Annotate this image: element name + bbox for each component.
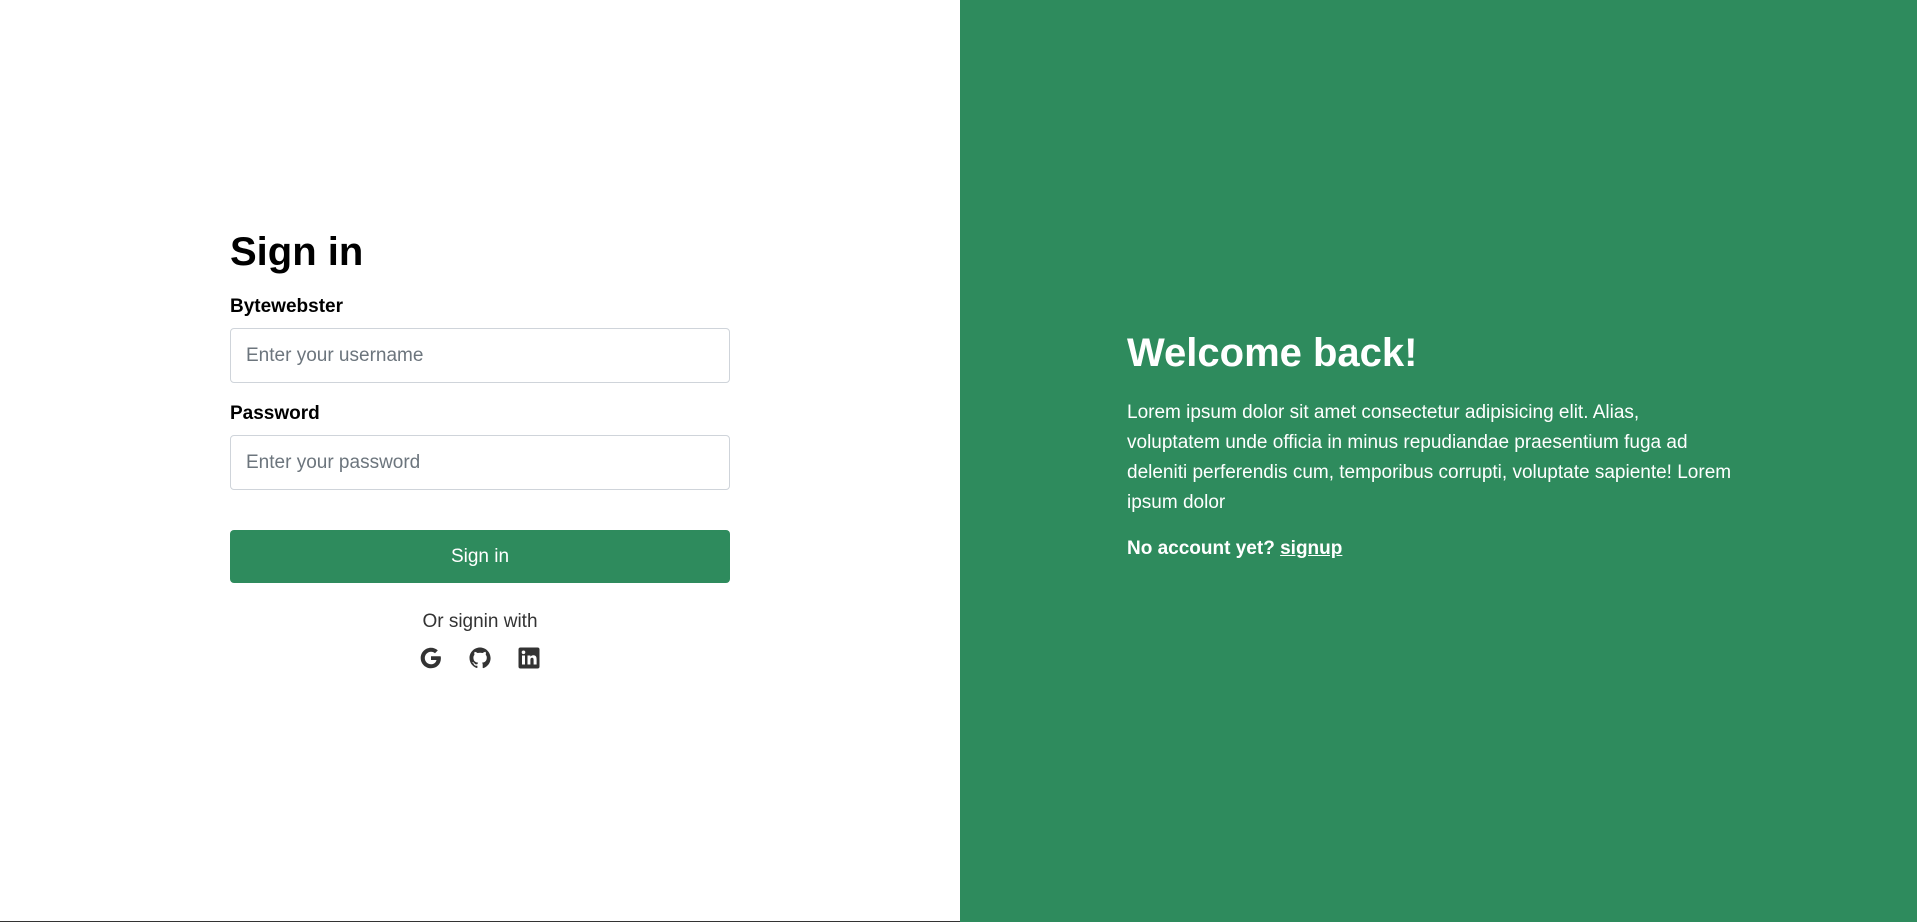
page: Sign in Bytewebster Password Sign in Or …	[0, 0, 1917, 922]
welcome-content: Welcome back! Lorem ipsum dolor sit amet…	[1127, 328, 1737, 561]
welcome-panel: Welcome back! Lorem ipsum dolor sit amet…	[960, 0, 1917, 922]
alt-signin-text: Or signin with	[422, 611, 538, 632]
welcome-title: Welcome back!	[1127, 331, 1418, 375]
signin-title: Sign in	[230, 230, 364, 274]
signup-link[interactable]: signup	[1280, 538, 1342, 559]
password-input[interactable]	[230, 435, 730, 490]
no-account-text: No account yet?	[1127, 538, 1275, 559]
signup-prompt: No account yet? signup	[1127, 537, 1737, 561]
github-icon[interactable]	[468, 645, 493, 670]
signin-panel: Sign in Bytewebster Password Sign in Or …	[0, 0, 960, 922]
linkedin-icon[interactable]	[517, 645, 542, 670]
welcome-text: Lorem ipsum dolor sit amet consectetur a…	[1127, 402, 1732, 513]
signin-button[interactable]: Sign in	[230, 530, 730, 583]
username-label: Bytewebster	[230, 296, 343, 317]
google-icon[interactable]	[419, 645, 444, 670]
social-signin-list	[230, 645, 730, 670]
username-input[interactable]	[230, 328, 730, 383]
password-label: Password	[230, 403, 320, 424]
signin-form: Sign in Bytewebster Password Sign in Or …	[230, 226, 730, 670]
